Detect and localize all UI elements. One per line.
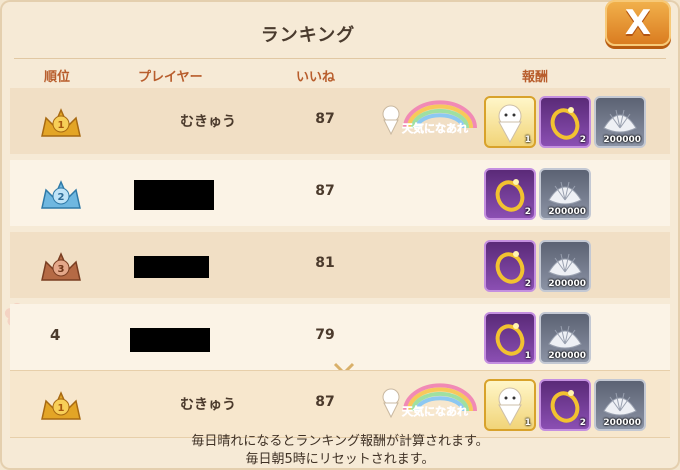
header-likes: いいね [296, 70, 336, 85]
gold-crown-rank-icon: 1 [41, 108, 81, 137]
rank-number: 1 [58, 403, 65, 414]
likes-count: 79 [315, 327, 335, 343]
reward-count: 1 [524, 418, 531, 428]
reward-count: 200000 [548, 279, 586, 289]
ranking-row: 2 87 2 200000 [10, 160, 670, 226]
ranking-panel: ランキング X 順位 プレイヤー いいね 報酬 1 むきゅう 87 天気になあれ… [0, 0, 680, 470]
close-button[interactable]: X [605, 0, 671, 46]
reward-shell[interactable]: 200000 [594, 96, 646, 148]
reward-count: 1 [524, 351, 531, 361]
reward-doll[interactable]: 1 [484, 379, 536, 431]
title-badge: 天気になあれ [382, 383, 477, 418]
ranking-row: 1 むきゅう 87 天気になあれ 1 2 200000 [10, 88, 670, 154]
title-badge-label: 天気になあれ [402, 404, 468, 418]
reward-doll[interactable]: 1 [484, 96, 536, 148]
reward-shell[interactable]: 200000 [539, 168, 591, 220]
reward-count: 200000 [548, 351, 586, 361]
reward-count: 2 [579, 418, 586, 428]
reward-shell[interactable]: 200000 [539, 312, 591, 364]
reward-ring[interactable]: 2 [539, 96, 591, 148]
reward-count: 1 [524, 135, 531, 145]
silver-crown-rank-icon: 2 [41, 180, 81, 209]
ranking-row: 3 81 2 200000 [10, 232, 670, 298]
page-title: ランキング [260, 25, 356, 46]
header-reward: 報酬 [522, 70, 549, 85]
reward-count: 2 [579, 135, 586, 145]
column-headers: 順位 プレイヤー いいね 報酬 [0, 66, 680, 85]
reward-count: 200000 [603, 418, 641, 428]
footer-note-1: 毎日晴れになるとランキング報酬が計算されます。 [191, 434, 489, 449]
rank-number: 2 [58, 192, 65, 203]
reward-count: 200000 [603, 135, 641, 145]
likes-count: 87 [315, 394, 335, 410]
player-name: むきゅう [180, 114, 236, 130]
footer-note-2: 毎日朝5時にリセットされます。 [245, 452, 435, 467]
title-badge-label: 天気になあれ [402, 121, 468, 135]
title-bar: ランキング [8, 8, 608, 60]
player-name: むきゅう [180, 397, 236, 413]
rank-number: 1 [58, 120, 65, 131]
title-divider [14, 58, 666, 59]
gold-crown-rank-icon: 1 [41, 391, 81, 420]
header-rank: 順位 [44, 70, 71, 85]
redacted-player-name [134, 256, 209, 278]
redacted-player-name [134, 180, 214, 210]
title-badge: 天気になあれ [382, 100, 477, 135]
reward-ring[interactable]: 2 [539, 379, 591, 431]
likes-count: 81 [315, 255, 335, 271]
ranking-row: 4 79 1 200000 [10, 304, 670, 370]
reward-ring[interactable]: 1 [484, 312, 536, 364]
rank-number: 3 [58, 264, 65, 275]
header-player: プレイヤー [138, 70, 203, 85]
redacted-player-name [130, 328, 210, 352]
reward-ring[interactable]: 2 [484, 240, 536, 292]
reward-ring[interactable]: 2 [484, 168, 536, 220]
rank-number: 4 [50, 326, 61, 344]
reward-count: 2 [524, 279, 531, 289]
close-icon: X [624, 3, 652, 43]
reward-count: 200000 [548, 207, 586, 217]
likes-count: 87 [315, 111, 335, 127]
my-ranking-row: 1 むきゅう 87 天気になあれ 1 2 200000 [10, 370, 670, 438]
bronze-crown-rank-icon: 3 [41, 252, 81, 281]
reward-shell[interactable]: 200000 [594, 379, 646, 431]
reward-count: 2 [524, 207, 531, 217]
reward-shell[interactable]: 200000 [539, 240, 591, 292]
likes-count: 87 [315, 183, 335, 199]
